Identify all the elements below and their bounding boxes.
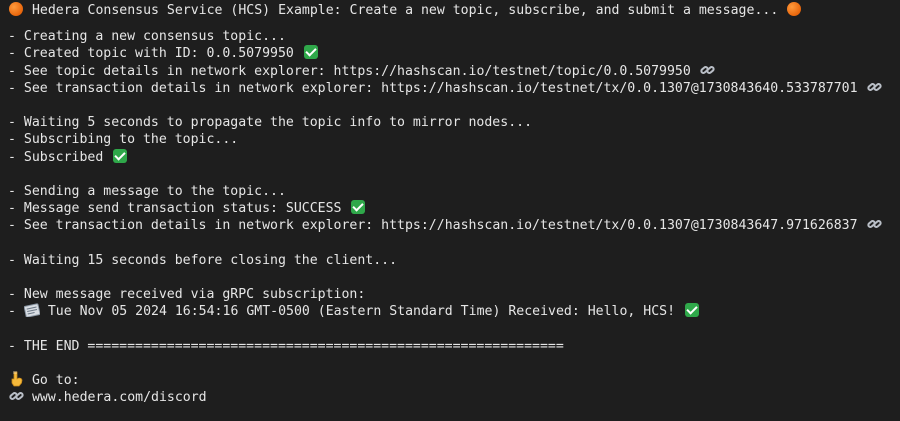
received-message: Tue Nov 05 2024 16:54:16 GMT-0500 (Easte… xyxy=(39,304,683,320)
log-text: - New message received via gRPC subscrip… xyxy=(8,287,366,302)
discord-line: www.hedera.com/discord xyxy=(8,389,900,406)
link-icon xyxy=(8,389,24,403)
log-line: - Subscribing to the topic... xyxy=(8,131,900,148)
check-icon xyxy=(303,45,318,60)
check-icon xyxy=(685,303,699,318)
log-line: - Tue Nov 05 2024 16:54:16 GMT-0500 (Eas… xyxy=(8,303,900,320)
pointing-down-hand-icon xyxy=(8,370,24,387)
log-line: - Waiting 15 seconds before closing the … xyxy=(8,252,900,269)
log-text: - See transaction details in network exp… xyxy=(8,80,382,96)
header-line: Hedera Consensus Service (HCS) Example: … xyxy=(8,2,900,19)
log-text: - Subscribing to the topic... xyxy=(8,132,239,148)
orange-circle-icon xyxy=(8,2,24,16)
terminal-window: Hedera Consensus Service (HCS) Example: … xyxy=(0,0,900,421)
log-line: - New message received via gRPC subscrip… xyxy=(8,286,900,303)
tx-explorer-link[interactable]: https://hashscan.io/testnet/tx/0.0.1307@… xyxy=(381,218,857,233)
check-icon xyxy=(351,200,366,215)
log-text: - Waiting 15 seconds before closing the … xyxy=(8,252,398,268)
log-text: - Created topic with ID: 0.0.5079950 xyxy=(8,46,302,62)
newspaper-icon xyxy=(23,303,40,318)
log-line: - Message send transaction status: SUCCE… xyxy=(8,200,900,217)
log-text: - xyxy=(8,304,24,320)
log-text: - See transaction details in network exp… xyxy=(8,218,382,234)
log-text: - Subscribed xyxy=(8,149,112,165)
log-line: - Subscribed xyxy=(8,148,900,166)
log-line: - Waiting 5 seconds to propagate the top… xyxy=(8,114,900,131)
log-text: - See topic details in network explorer: xyxy=(8,63,334,79)
log-text: - Sending a message to the topic... xyxy=(8,183,286,199)
log-line: - Creating a new consensus topic... xyxy=(8,28,900,45)
log-text: - Waiting 5 seconds to propagate the top… xyxy=(8,115,533,131)
log-line: - See transaction details in network exp… xyxy=(8,217,900,234)
end-line: - THE END ==============================… xyxy=(8,338,900,355)
log-line: - Created topic with ID: 0.0.5079950 xyxy=(8,45,900,62)
goto-line: Go to: xyxy=(8,370,900,389)
end-text: - THE END ==============================… xyxy=(8,338,564,354)
link-icon xyxy=(866,80,882,94)
topic-explorer-link[interactable]: https://hashscan.io/testnet/topic/0.0.50… xyxy=(334,64,691,79)
header-title: Hedera Consensus Service (HCS) Example: … xyxy=(24,3,787,18)
log-text: - Message send transaction status: SUCCE… xyxy=(8,201,350,217)
log-line: - See transaction details in network exp… xyxy=(8,80,900,97)
log-text: - Creating a new consensus topic... xyxy=(8,29,286,45)
tx-explorer-link[interactable]: https://hashscan.io/testnet/tx/0.0.1307@… xyxy=(381,81,857,96)
orange-circle-icon xyxy=(786,2,802,16)
log-line: - Sending a message to the topic... xyxy=(8,183,900,200)
check-icon xyxy=(113,148,128,163)
goto-text: Go to: xyxy=(24,372,80,388)
log-line: - See topic details in network explorer:… xyxy=(8,63,900,80)
link-icon xyxy=(866,217,882,231)
link-icon xyxy=(699,63,715,77)
discord-link[interactable]: www.hedera.com/discord xyxy=(24,390,207,405)
